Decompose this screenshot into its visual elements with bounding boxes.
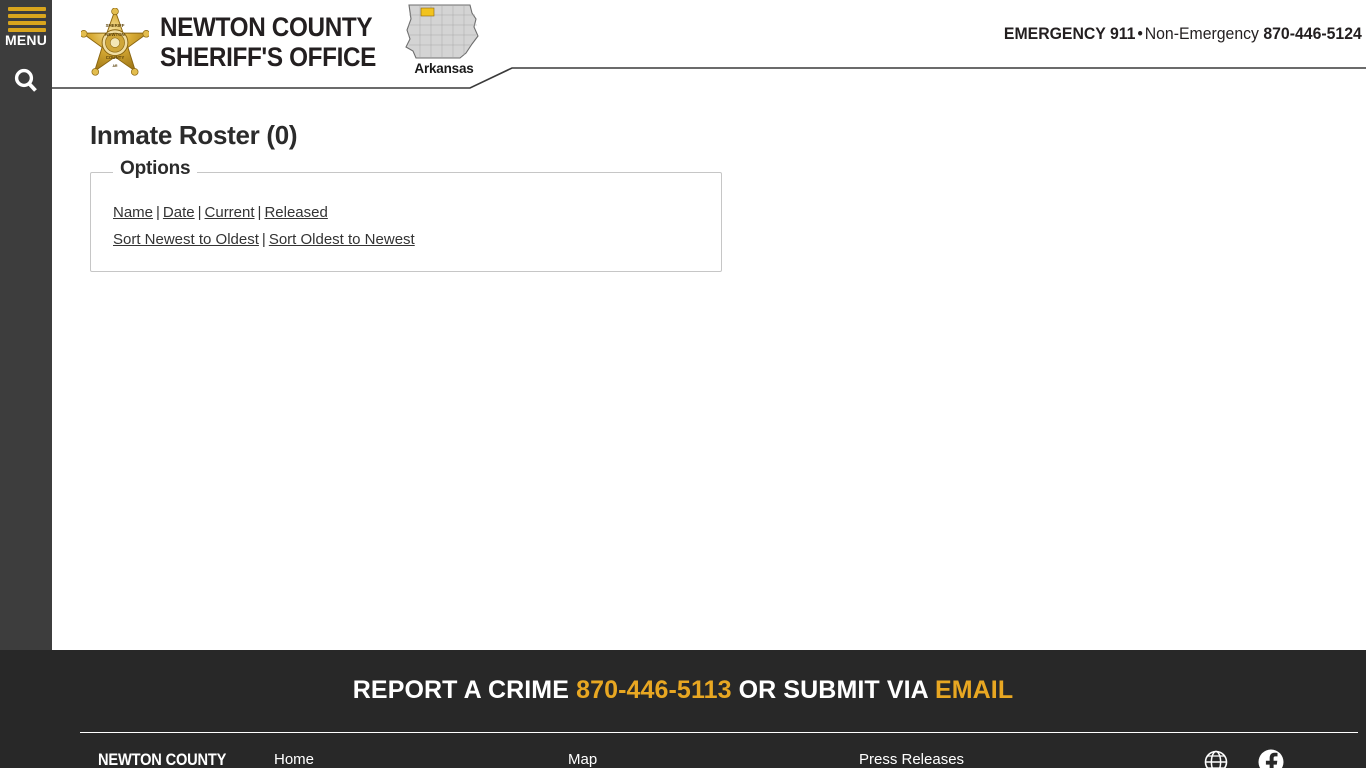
report-crime-banner: REPORT A CRIME 870-446-5113 OR SUBMIT VI… <box>0 676 1366 705</box>
hamburger-bar <box>8 14 46 18</box>
svg-text:COUNTY: COUNTY <box>106 55 125 60</box>
options-panel: Options Name | Date | Current | Released Sort … <box>90 158 722 272</box>
hamburger-bar <box>8 21 46 25</box>
svg-text:SHERIFF: SHERIFF <box>106 23 125 28</box>
page-title: Inmate Roster (0) <box>90 120 298 150</box>
footer-link-press-releases[interactable]: Press Releases <box>859 751 964 768</box>
options-legend: Options <box>113 158 198 180</box>
non-emergency-phone[interactable]: 870-446-5124 <box>1264 24 1362 43</box>
sort-link-oldest-to-newest[interactable]: Sort Oldest to Newest <box>269 231 415 248</box>
arkansas-county-map-icon: Arkansas <box>400 3 488 83</box>
footer-link-map[interactable]: Map <box>568 751 597 768</box>
non-emergency-label: Non-Emergency <box>1144 24 1260 43</box>
svg-text:NEWTON: NEWTON <box>105 32 125 37</box>
globe-icon[interactable] <box>1203 749 1229 768</box>
report-prefix: REPORT A CRIME <box>352 676 570 704</box>
facebook-icon[interactable] <box>1258 749 1284 768</box>
svg-text:AR: AR <box>113 64 118 68</box>
sort-link-newest-to-oldest[interactable]: Sort Newest to Oldest <box>113 231 259 248</box>
hamburger-bar <box>8 7 46 11</box>
search-icon[interactable] <box>0 62 52 100</box>
site-title: NEWTON COUNTY SHERIFF'S OFFICE <box>160 12 376 72</box>
site-title-line2: SHERIFF'S OFFICE <box>160 42 377 72</box>
hamburger-icon[interactable] <box>8 7 46 32</box>
sort-separator: | <box>261 231 266 248</box>
page-root: MENU SHERIFF NEWTON COUNTY AR NEWTON COU… <box>0 0 1366 768</box>
filter-link-date[interactable]: Date <box>163 204 195 221</box>
report-email-link[interactable]: EMAIL <box>935 676 1013 704</box>
main-content: Inmate Roster (0) Options Name | Date | Curr… <box>52 88 1366 650</box>
footer-link-home[interactable]: Home <box>274 751 314 768</box>
sheriff-star-badge-icon: SHERIFF NEWTON COUNTY AR <box>81 8 149 76</box>
filter-separator: | <box>197 204 202 221</box>
filter-link-released[interactable]: Released <box>264 204 327 221</box>
filter-separator: | <box>257 204 262 221</box>
emergency-contact-bar: EMERGENCY 911 • Non-Emergency 870-446-5124 <box>1004 24 1362 44</box>
report-middle: OR SUBMIT VIA <box>738 676 928 704</box>
filter-separator: | <box>156 204 160 221</box>
footer-brand: NEWTON COUNTY <box>98 750 227 768</box>
sort-links-row: Sort Newest to Oldest | Sort Oldest to New… <box>113 231 415 248</box>
report-phone[interactable]: 870-446-5113 <box>576 676 732 704</box>
state-map-label: Arkansas <box>414 61 474 76</box>
site-header: SHERIFF NEWTON COUNTY AR NEWTON COUNTY S… <box>52 0 1366 88</box>
filter-links-row: Name | Date | Current | Released <box>113 204 328 221</box>
footer-divider <box>80 732 1358 733</box>
filter-link-name[interactable]: Name <box>113 204 153 221</box>
filter-link-current[interactable]: Current <box>205 204 255 221</box>
left-sidebar: MENU <box>0 0 52 650</box>
site-title-line1: NEWTON COUNTY <box>160 12 373 42</box>
emergency-label: EMERGENCY 911 <box>1004 24 1136 43</box>
menu-label[interactable]: MENU <box>0 32 52 48</box>
